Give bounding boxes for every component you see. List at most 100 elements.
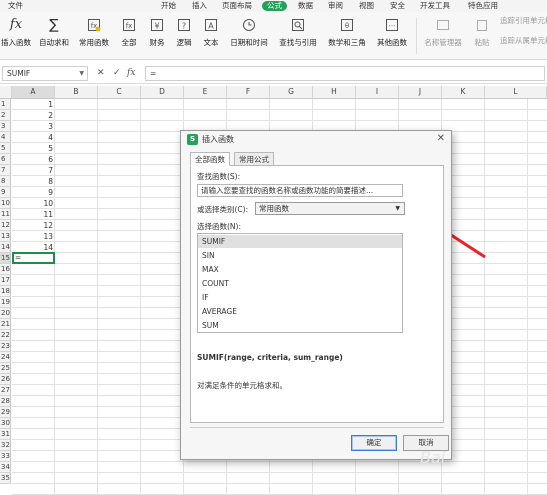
column-header[interactable]: A bbox=[12, 86, 55, 99]
trace-precedents-button[interactable]: 追踪引用单元格 bbox=[500, 16, 547, 25]
row-header[interactable]: 25 bbox=[0, 363, 11, 374]
column-header[interactable]: F bbox=[227, 86, 270, 99]
column-header[interactable]: L bbox=[485, 86, 547, 99]
column-header[interactable]: B bbox=[55, 86, 98, 99]
row-header[interactable]: 26 bbox=[0, 374, 11, 385]
cell-a-value[interactable]: 8 bbox=[13, 176, 53, 187]
more-functions-button[interactable]: ··· 其他函数 bbox=[374, 18, 410, 47]
function-item-sum[interactable]: SUM bbox=[198, 319, 402, 332]
column-header[interactable]: E bbox=[184, 86, 227, 99]
insert-function-button[interactable]: fx 插入函数 bbox=[0, 18, 32, 48]
row-header[interactable]: 31 bbox=[0, 429, 11, 440]
row-header[interactable]: 32 bbox=[0, 440, 11, 451]
cell-a-value[interactable]: 11 bbox=[13, 209, 53, 220]
cell-a-value[interactable]: 12 bbox=[13, 220, 53, 231]
row-header[interactable]: 35 bbox=[0, 473, 11, 484]
row-header[interactable]: 5 bbox=[0, 143, 11, 154]
function-item-max[interactable]: MAX bbox=[198, 263, 402, 276]
row-header[interactable]: 6 bbox=[0, 154, 11, 165]
menu-developer[interactable]: 开发工具 bbox=[420, 1, 450, 11]
row-header[interactable]: 16 bbox=[0, 264, 11, 275]
row-header[interactable]: 34 bbox=[0, 462, 11, 473]
math-trig-button[interactable]: θ 数学和三角 bbox=[326, 18, 368, 47]
cell-a-value[interactable]: 2 bbox=[13, 110, 53, 121]
cell-a-value[interactable]: 10 bbox=[13, 198, 53, 209]
row-header[interactable]: 4 bbox=[0, 132, 11, 143]
cell-a-value[interactable]: 6 bbox=[13, 154, 53, 165]
close-icon[interactable]: ✕ bbox=[437, 133, 445, 144]
menu-insert[interactable]: 插入 bbox=[192, 1, 207, 11]
dialog-titlebar[interactable]: S 插入函数 ✕ bbox=[181, 131, 451, 149]
function-item-if[interactable]: IF bbox=[198, 291, 402, 304]
menu-file[interactable]: 文件 bbox=[8, 1, 23, 11]
cell-a-value[interactable]: 4 bbox=[13, 132, 53, 143]
menu-home[interactable]: 开始 bbox=[161, 1, 176, 11]
name-manager-button[interactable]: 名称管理器 bbox=[423, 18, 463, 47]
row-header[interactable]: 27 bbox=[0, 385, 11, 396]
active-cell-a15[interactable]: = bbox=[12, 252, 55, 264]
row-header[interactable]: 33 bbox=[0, 451, 11, 462]
row-header[interactable]: 13 bbox=[0, 231, 11, 242]
row-header[interactable]: 28 bbox=[0, 396, 11, 407]
row-header[interactable]: 18 bbox=[0, 286, 11, 297]
function-item-sin[interactable]: SIN bbox=[198, 249, 402, 262]
cell-a-value[interactable]: 7 bbox=[13, 165, 53, 176]
cell-a-value[interactable]: 5 bbox=[13, 143, 53, 154]
function-item-average[interactable]: AVERAGE bbox=[198, 305, 402, 318]
column-header[interactable]: C bbox=[98, 86, 141, 99]
function-item-sumif[interactable]: SUMIF bbox=[198, 235, 402, 248]
row-header[interactable]: 15 bbox=[0, 253, 11, 264]
all-functions-button[interactable]: fx 全部 bbox=[118, 18, 140, 47]
menu-page-layout[interactable]: 页面布局 bbox=[222, 1, 252, 11]
common-functions-button[interactable]: fx 常用函数 bbox=[77, 18, 111, 47]
row-header[interactable]: 24 bbox=[0, 352, 11, 363]
row-header[interactable]: 14 bbox=[0, 242, 11, 253]
menu-security[interactable]: 安全 bbox=[390, 1, 405, 11]
row-header[interactable]: 8 bbox=[0, 176, 11, 187]
menu-view[interactable]: 视图 bbox=[359, 1, 374, 11]
row-header[interactable]: 1 bbox=[0, 99, 11, 110]
row-header[interactable]: 11 bbox=[0, 209, 11, 220]
menu-formulas[interactable]: 公式 bbox=[262, 1, 287, 11]
column-header[interactable]: I bbox=[356, 86, 399, 99]
row-header[interactable]: 3 bbox=[0, 121, 11, 132]
row-header[interactable]: 21 bbox=[0, 319, 11, 330]
lookup-reference-button[interactable]: 查找与引用 bbox=[277, 18, 319, 47]
row-header[interactable]: 7 bbox=[0, 165, 11, 176]
ok-button[interactable]: 确定 bbox=[351, 435, 397, 451]
row-header[interactable]: 30 bbox=[0, 418, 11, 429]
cell-a-value[interactable]: 1 bbox=[13, 99, 53, 110]
date-time-button[interactable]: 日期和时间 bbox=[228, 18, 270, 47]
category-select[interactable]: 常用函数 ▼ bbox=[255, 202, 405, 215]
tab-all-functions[interactable]: 全部函数 bbox=[190, 152, 230, 166]
menu-data[interactable]: 数据 bbox=[298, 1, 313, 11]
column-header[interactable]: K bbox=[442, 86, 485, 99]
paste-button[interactable]: 粘贴 bbox=[470, 18, 494, 47]
select-all-corner[interactable] bbox=[0, 86, 12, 99]
confirm-formula-icon[interactable]: ✓ bbox=[113, 67, 121, 79]
trace-dependents-button[interactable]: 追踪从属单元格 bbox=[500, 36, 547, 45]
column-header[interactable]: J bbox=[399, 86, 442, 99]
column-header[interactable]: H bbox=[313, 86, 356, 99]
autosum-button[interactable]: ∑ 自动求和 bbox=[35, 18, 73, 47]
function-search-input[interactable]: 请输入您要查找的函数名称或函数功能的简要描述... bbox=[197, 184, 403, 197]
function-list[interactable]: SUMIF SIN MAX COUNT IF AVERAGE SUM bbox=[197, 233, 403, 333]
menu-special[interactable]: 特色应用 bbox=[468, 1, 498, 11]
chevron-down-icon[interactable]: ▼ bbox=[79, 67, 84, 80]
column-header[interactable]: G bbox=[270, 86, 313, 99]
logical-button[interactable]: ? 逻辑 bbox=[173, 18, 195, 47]
formula-input[interactable]: = bbox=[145, 66, 545, 81]
fx-icon[interactable]: fx bbox=[127, 67, 135, 79]
column-header[interactable]: D bbox=[141, 86, 184, 99]
row-header[interactable]: 9 bbox=[0, 187, 11, 198]
financial-button[interactable]: ¥ 财务 bbox=[146, 18, 168, 47]
row-header[interactable]: 10 bbox=[0, 198, 11, 209]
cell-a-value[interactable]: 9 bbox=[13, 187, 53, 198]
cell-a-value[interactable]: 3 bbox=[13, 121, 53, 132]
row-header[interactable]: 19 bbox=[0, 297, 11, 308]
row-header[interactable]: 2 bbox=[0, 110, 11, 121]
cancel-formula-icon[interactable]: ✕ bbox=[97, 67, 105, 79]
text-button[interactable]: A 文本 bbox=[200, 18, 222, 47]
tab-common-formulas[interactable]: 常用公式 bbox=[234, 152, 274, 166]
name-box[interactable]: SUMIF ▼ bbox=[2, 66, 88, 81]
